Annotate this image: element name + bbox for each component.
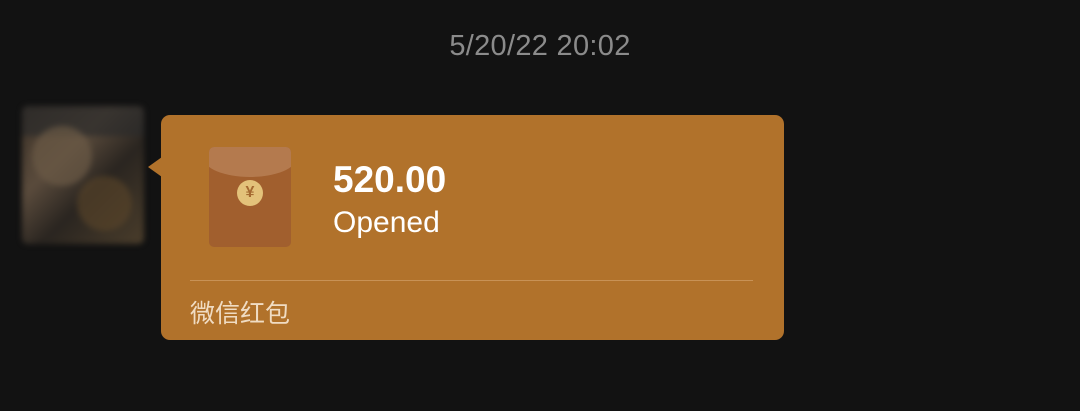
red-packet-status: Opened: [333, 206, 440, 239]
avatar-blur-region: [32, 126, 92, 186]
message-timestamp: 5/20/22 20:02: [449, 30, 631, 62]
avatar-blur-region: [77, 176, 132, 231]
red-packet-envelope-icon: ¥: [209, 147, 291, 247]
envelope-seal-icon: ¥: [237, 180, 263, 206]
red-packet-amount: 520.00: [333, 159, 447, 200]
avatar-blur-region: [22, 106, 144, 136]
bubble-tail: [148, 157, 162, 177]
red-packet-brand-label: 微信红包: [190, 299, 291, 328]
bubble-divider: [190, 280, 753, 281]
red-packet-message[interactable]: ¥ 520.00 Opened 微信红包: [161, 115, 784, 340]
chat-screen: 5/20/22 20:02 ¥ 520.00 Opened 微信红包: [0, 0, 1080, 411]
envelope-flap: [209, 147, 291, 177]
sender-avatar[interactable]: [22, 106, 144, 244]
